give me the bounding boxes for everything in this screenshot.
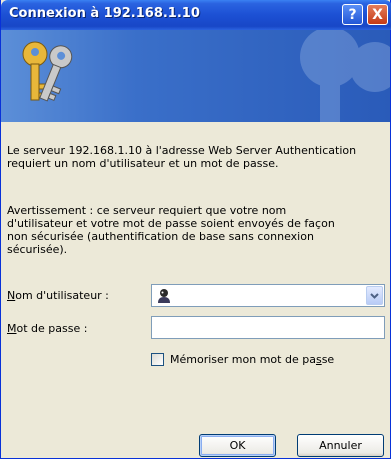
keys-icon	[22, 41, 73, 102]
help-button[interactable]: ?	[342, 4, 363, 25]
keys-watermark-icon	[300, 30, 390, 122]
username-label-text: om d'utilisateur :	[15, 289, 109, 302]
warning-message: Avertissement : ce serveur requiert que …	[7, 204, 335, 256]
chevron-down-icon	[370, 292, 379, 299]
password-field[interactable]	[151, 316, 385, 339]
dialog-body: Le serveur 192.168.1.10 à l'adresse Web …	[1, 122, 390, 458]
username-combobox[interactable]	[151, 284, 385, 307]
remember-label-part-a: Mémoriser mon mot de pa	[170, 353, 316, 366]
username-dropdown-button[interactable]	[366, 286, 383, 305]
remember-password-checkbox[interactable]	[151, 353, 164, 366]
title-bar[interactable]: Connexion à 192.168.1.10 ? X	[1, 0, 391, 30]
window-title: Connexion à 192.168.1.10	[9, 6, 200, 21]
ok-button[interactable]: OK	[199, 434, 276, 457]
cancel-button[interactable]: Annuler	[297, 434, 384, 457]
user-icon	[158, 289, 170, 303]
password-label: Mot de passe :	[7, 322, 87, 335]
remember-label-part-b: se	[321, 353, 335, 366]
username-label: Nom d'utilisateur :	[7, 289, 109, 302]
login-dialog: Connexion à 192.168.1.10 ? X Le serveur …	[0, 0, 391, 459]
close-button[interactable]: X	[367, 4, 388, 25]
password-label-text: ot de passe :	[16, 322, 88, 335]
password-label-accesskey: M	[7, 322, 17, 335]
auth-message: Le serveur 192.168.1.10 à l'adresse Web …	[7, 144, 357, 170]
remember-password-label[interactable]: Mémoriser mon mot de passe	[170, 353, 334, 366]
username-label-accesskey: N	[7, 289, 16, 302]
banner	[1, 30, 390, 122]
